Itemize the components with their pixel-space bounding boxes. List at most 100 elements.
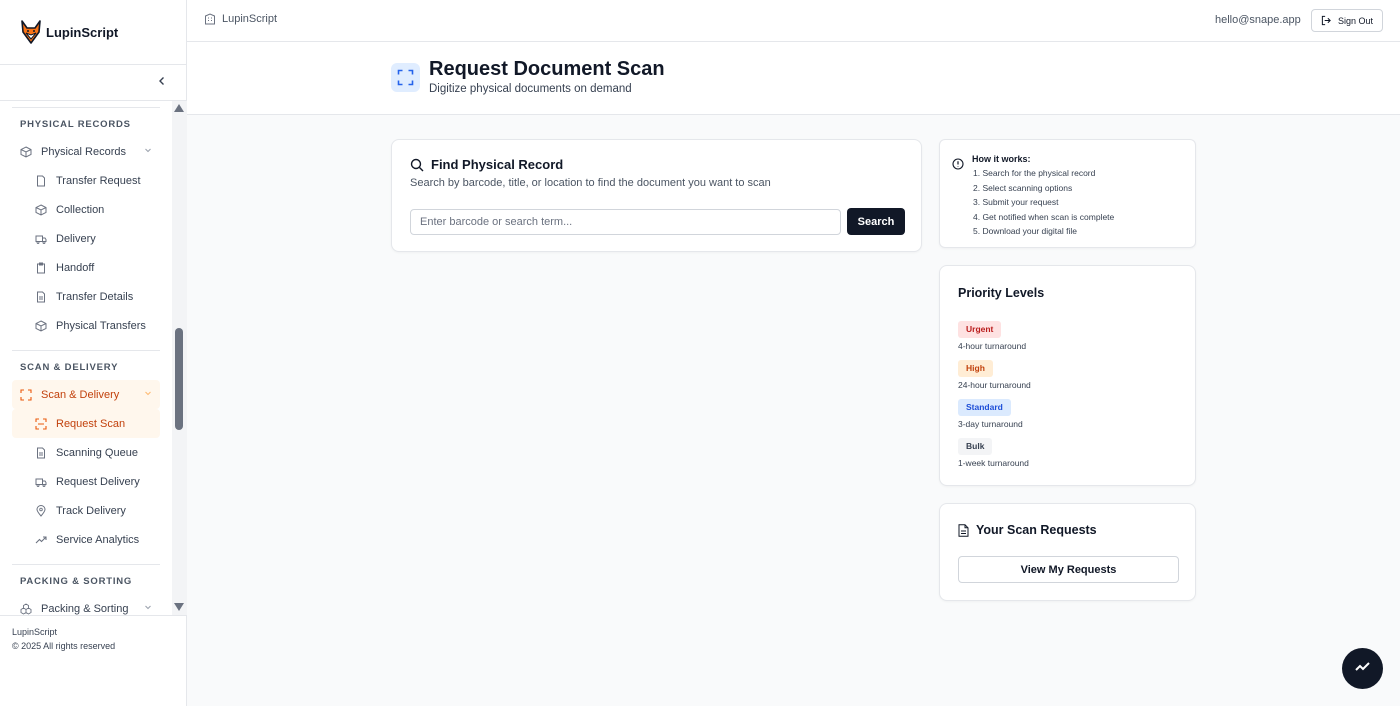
priority-levels-title: Priority Levels — [958, 286, 1045, 300]
sidebar-item-handoff[interactable]: Handoff — [12, 253, 160, 282]
clipboard-icon — [35, 262, 47, 274]
sidebar-item-transfer-details[interactable]: Transfer Details — [12, 282, 160, 311]
sidebar-item-label: Request Delivery — [56, 475, 140, 488]
sidebar-item-collection[interactable]: Collection — [12, 195, 160, 224]
sidebar-item-label: Transfer Request — [56, 174, 141, 187]
sidebar-item-physical-transfers[interactable]: Physical Transfers — [12, 311, 160, 340]
sidebar-item-label: Delivery — [56, 232, 96, 245]
priority-badge: Bulk — [958, 438, 993, 455]
priority-item-standard: Standard 3-day turnaround — [958, 397, 1023, 429]
package-icon — [35, 203, 47, 216]
logo[interactable]: LupinScript — [0, 0, 186, 65]
search-button[interactable]: Search — [847, 208, 905, 235]
sign-out-label: Sign Out — [1337, 15, 1374, 26]
page-title: Request Document Scan — [429, 58, 665, 80]
priority-description: 4-hour turnaround — [958, 341, 1027, 351]
sidebar-footer: LupinScript © 2025 All rights reserved — [0, 615, 187, 665]
sidebar-item-track-delivery[interactable]: Track Delivery — [12, 496, 160, 525]
sidebar-item-physical-records[interactable]: Physical Records — [12, 137, 160, 166]
priority-description: 1-week turnaround — [958, 458, 1029, 468]
file-text-icon — [35, 447, 47, 459]
file-icon — [35, 175, 47, 187]
sidebar-item-label: Transfer Details — [56, 290, 134, 303]
breadcrumb[interactable]: LupinScript — [204, 13, 277, 25]
priority-badge: Urgent — [958, 321, 1002, 338]
floating-assistant-button[interactable] — [1342, 648, 1383, 689]
scroll-up-arrow-icon[interactable] — [174, 104, 184, 112]
scrollbar-thumb[interactable] — [175, 328, 183, 430]
priority-description: 3-day turnaround — [958, 419, 1023, 429]
priority-description: 24-hour turnaround — [958, 380, 1031, 390]
sidebar-item-packing-sorting[interactable]: Packing & Sorting — [12, 594, 160, 615]
sidebar-item-service-analytics[interactable]: Service Analytics — [12, 525, 160, 554]
breadcrumb-label: LupinScript — [222, 13, 278, 25]
file-text-icon — [958, 523, 969, 537]
priority-item-urgent: Urgent 4-hour turnaround — [958, 319, 1026, 351]
find-record-card: Find Physical Record Search by barcode, … — [391, 139, 922, 252]
sidebar-item-label: Physical Transfers — [56, 319, 146, 332]
sidebar-item-scan-delivery[interactable]: Scan & Delivery — [12, 380, 160, 409]
scan-requests-card: Your Scan Requests View My Requests — [939, 503, 1196, 601]
map-pin-icon — [35, 504, 47, 517]
sidebar-item-label: Packing & Sorting — [41, 602, 129, 615]
info-icon — [952, 158, 964, 170]
how-it-works-title-text: How it works: — [972, 154, 1031, 164]
list-item: 1. Search for the physical record — [973, 168, 1096, 178]
priority-item-bulk: Bulk 1-week turnaround — [958, 436, 1029, 468]
find-record-title: Find Physical Record — [410, 157, 563, 172]
scan-line-icon — [35, 417, 47, 430]
topbar: LupinScript hello@snape.app Sign Out — [187, 0, 1400, 42]
boxes-icon — [20, 602, 32, 615]
scan-requests-title-text: Your Scan Requests — [976, 523, 1097, 537]
list-item: 4. Get notified when scan is complete — [973, 211, 1115, 222]
sidebar-item-label: Scan & Delivery — [41, 388, 120, 401]
priority-badge: Standard — [958, 399, 1011, 416]
list-item: 2. Select scanning options — [973, 182, 1073, 193]
collapse-sidebar-icon[interactable] — [157, 75, 169, 89]
sparkle-check-icon — [1355, 662, 1370, 671]
chevron-down-icon[interactable] — [144, 146, 152, 156]
search-input[interactable] — [410, 209, 841, 235]
file-text-icon — [35, 291, 47, 303]
sidebar-item-label: Scanning Queue — [56, 446, 138, 459]
chevron-down-icon[interactable] — [144, 603, 152, 613]
section-label-packing-sorting: PACKING & SORTING — [20, 576, 133, 587]
sidebar-item-label: Collection — [56, 203, 105, 216]
sidebar-item-delivery[interactable]: Delivery — [12, 224, 160, 253]
package-icon — [20, 145, 32, 158]
collapse-row — [0, 65, 186, 101]
fox-logo-icon — [21, 20, 41, 44]
sidebar-item-label: Track Delivery — [56, 504, 126, 517]
scroll-down-arrow-icon[interactable] — [174, 603, 184, 611]
user-email: hello@snape.app — [1215, 14, 1301, 26]
sidebar-item-transfer-request[interactable]: Transfer Request — [12, 166, 160, 195]
footer-brand: LupinScript — [12, 627, 58, 637]
page-subtitle: Digitize physical documents on demand — [429, 83, 632, 95]
view-my-requests-button[interactable]: View My Requests — [958, 556, 1179, 583]
truck-icon — [35, 476, 47, 488]
sidebar-item-label: Handoff — [56, 261, 95, 274]
building-icon — [205, 13, 215, 25]
sign-out-button[interactable]: Sign Out — [1311, 9, 1383, 32]
trending-up-icon — [35, 534, 47, 546]
chevron-down-icon[interactable] — [144, 389, 152, 399]
sidebar-item-request-scan[interactable]: Request Scan — [12, 409, 160, 438]
app-name: LupinScript — [46, 24, 119, 40]
package-icon — [35, 319, 47, 332]
sidebar-item-label: Physical Records — [41, 145, 126, 158]
priority-levels-card: Priority Levels Urgent 4-hour turnaround… — [939, 265, 1196, 486]
sidebar: LupinScript PHYSICAL RECORDS Physical Re… — [0, 0, 187, 706]
section-label-scan-delivery: SCAN & DELIVERY — [20, 362, 119, 373]
sidebar-item-label: Service Analytics — [56, 533, 140, 546]
priority-badge: High — [958, 360, 993, 377]
find-record-subtitle: Search by barcode, title, or location to… — [410, 177, 771, 189]
footer-copyright: © 2025 All rights reserved — [12, 641, 116, 651]
log-out-icon — [1321, 15, 1331, 26]
sidebar-item-request-delivery[interactable]: Request Delivery — [12, 467, 160, 496]
sidebar-item-scanning-queue[interactable]: Scanning Queue — [12, 438, 160, 467]
how-it-works-steps: 1. Search for the physical record 2. Sel… — [973, 166, 1114, 239]
priority-item-high: High 24-hour turnaround — [958, 358, 1031, 390]
sidebar-nav: PHYSICAL RECORDS Physical Records Transf… — [0, 101, 187, 615]
list-item: 3. Submit your request — [973, 197, 1059, 207]
list-item: 5. Download your digital file — [973, 226, 1077, 236]
